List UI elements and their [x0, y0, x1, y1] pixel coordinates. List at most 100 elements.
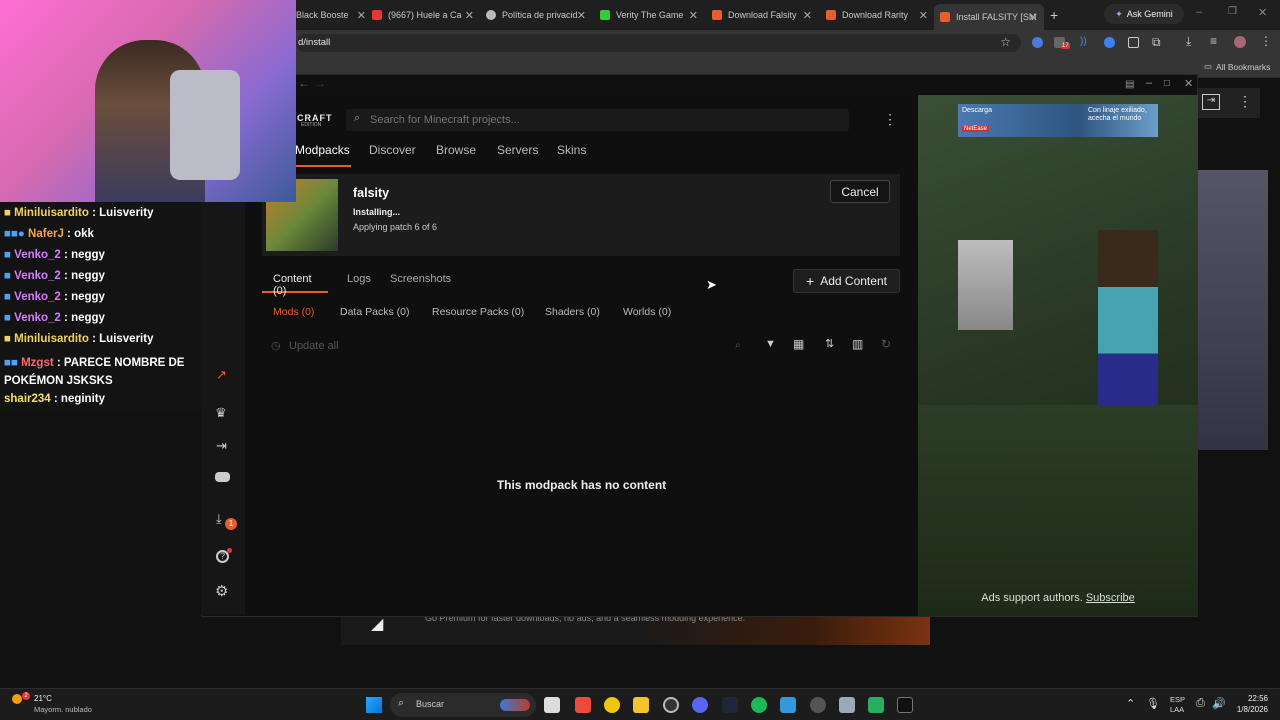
- browser-tab[interactable]: Download Rarity ✕: [826, 4, 928, 26]
- more-options-icon[interactable]: ⋮: [883, 111, 897, 128]
- browser-tab[interactable]: Verity The Game ✕: [600, 4, 698, 26]
- nav-discover[interactable]: Discover: [369, 143, 416, 157]
- grid-view-icon[interactable]: ▦: [793, 337, 804, 351]
- translate-icon[interactable]: )): [1080, 36, 1087, 47]
- filter-resource-packs[interactable]: Resource Packs (0): [432, 306, 524, 318]
- close-icon[interactable]: ✕: [357, 9, 366, 22]
- tab-label: Política de privacid: [502, 10, 578, 20]
- tab-screenshots[interactable]: Screenshots: [390, 273, 451, 285]
- all-bookmarks-button[interactable]: ▭ All Bookmarks: [1204, 61, 1270, 72]
- menu-icon[interactable]: ⋮: [1260, 34, 1272, 48]
- gemini-icon: ✦: [1115, 8, 1123, 19]
- close-icon[interactable]: ✕: [465, 9, 474, 22]
- forward-arrow-icon[interactable]: →: [314, 76, 326, 90]
- browser-tab-active[interactable]: Install FALSITY [SM ✕: [934, 4, 1044, 30]
- steam-icon[interactable]: [722, 697, 738, 713]
- sort-icon[interactable]: ⇅: [825, 337, 834, 350]
- browser-tab[interactable]: Política de privacid ✕: [486, 4, 586, 26]
- nav-servers[interactable]: Servers: [497, 143, 538, 157]
- taskbar-search[interactable]: ⌕ Buscar: [390, 693, 536, 717]
- windows-start-icon[interactable]: [366, 697, 382, 713]
- filter-mods[interactable]: Mods (0): [273, 306, 314, 318]
- app-icon[interactable]: [663, 697, 679, 713]
- refresh-icon[interactable]: ↻: [881, 337, 891, 351]
- crown-icon[interactable]: ♛: [215, 405, 227, 421]
- minimize-app-icon[interactable]: –: [1146, 77, 1152, 89]
- download-icon[interactable]: ⤓: [1186, 34, 1191, 49]
- close-window-icon[interactable]: ✕: [1258, 6, 1267, 19]
- extension-icon[interactable]: [1032, 37, 1043, 48]
- hammer-icon[interactable]: ↗: [216, 367, 227, 383]
- tab-logs[interactable]: Logs: [347, 273, 371, 285]
- list-icon[interactable]: ≡: [1210, 34, 1217, 48]
- columns-icon[interactable]: ▥: [852, 337, 863, 351]
- puzzle-icon[interactable]: ⧉: [1152, 35, 1161, 50]
- ask-gemini-button[interactable]: ✦ Ask Gemini: [1104, 4, 1184, 24]
- clock-time[interactable]: 22:56: [1232, 694, 1268, 703]
- menu-icon[interactable]: ⋮: [1238, 93, 1252, 110]
- close-icon[interactable]: ✕: [919, 9, 928, 22]
- browser-tab[interactable]: (9667) Huele a Ca ✕: [372, 4, 474, 26]
- subscribe-link[interactable]: Subscribe: [1086, 592, 1135, 604]
- network-icon[interactable]: ⎙: [1196, 697, 1205, 710]
- nav-browse[interactable]: Browse: [436, 143, 476, 157]
- login-icon[interactable]: ⇥: [216, 438, 227, 454]
- spotify-icon[interactable]: [751, 697, 767, 713]
- gear-icon[interactable]: ⚙: [215, 582, 228, 600]
- sign-in-icon[interactable]: ⇥: [1202, 94, 1220, 110]
- download-icon[interactable]: ⤓: [216, 511, 222, 527]
- close-app-icon[interactable]: ✕: [1184, 77, 1193, 90]
- app-icon[interactable]: [868, 697, 884, 713]
- search-box[interactable]: ⌕: [346, 109, 849, 131]
- page-header-right: ⇥ ⋮: [1198, 88, 1260, 118]
- weather-icon[interactable]: [12, 694, 22, 704]
- discord-icon[interactable]: [215, 472, 230, 482]
- discord-icon[interactable]: [692, 697, 708, 713]
- layout-icon[interactable]: ▤: [1125, 79, 1134, 90]
- obs-icon[interactable]: [810, 697, 826, 713]
- clock-date[interactable]: 1/8/2026: [1232, 705, 1268, 714]
- volume-icon[interactable]: 🔊: [1212, 697, 1226, 710]
- update-all-button[interactable]: Update all: [289, 340, 339, 352]
- nav-skins[interactable]: Skins: [557, 143, 586, 157]
- microphone-icon[interactable]: 🎙: [1146, 697, 1160, 710]
- search-icon[interactable]: ⌕: [735, 340, 741, 351]
- avatar[interactable]: [1234, 36, 1246, 48]
- search-input[interactable]: [370, 111, 830, 129]
- extension-icon[interactable]: [1104, 37, 1115, 48]
- nav-modpacks[interactable]: Modpacks: [295, 143, 351, 167]
- browser-tab[interactable]: Black Booste ✕: [296, 4, 366, 26]
- app-icon[interactable]: [780, 697, 796, 713]
- file-explorer-icon[interactable]: [633, 697, 649, 713]
- keyboard-layout[interactable]: LAA: [1170, 705, 1184, 714]
- star-icon[interactable]: ☆: [1000, 35, 1011, 49]
- filter-worlds[interactable]: Worlds (0): [623, 306, 671, 318]
- filter-icon[interactable]: ▼: [765, 338, 776, 350]
- maximize-window-icon[interactable]: ❐: [1228, 6, 1237, 17]
- tab-content[interactable]: Content (0): [262, 273, 328, 297]
- back-arrow-icon[interactable]: ←: [298, 76, 310, 90]
- app-icon[interactable]: [575, 697, 591, 713]
- url-field[interactable]: d/install ☆: [296, 34, 1021, 52]
- filter-shaders[interactable]: Shaders (0): [545, 306, 600, 318]
- cancel-button[interactable]: Cancel: [830, 180, 890, 203]
- close-icon[interactable]: ✕: [689, 9, 698, 22]
- chrome-icon[interactable]: [604, 697, 620, 713]
- minimize-window-icon[interactable]: –: [1196, 6, 1202, 18]
- task-view-icon[interactable]: [544, 697, 560, 713]
- chevron-up-icon[interactable]: ⌃: [1126, 697, 1135, 710]
- curseforge-icon[interactable]: [897, 697, 913, 713]
- add-content-button[interactable]: + Add Content: [793, 269, 900, 293]
- language-code[interactable]: ESP: [1170, 695, 1185, 704]
- maximize-app-icon[interactable]: □: [1164, 78, 1170, 89]
- filter-data-packs[interactable]: Data Packs (0): [340, 306, 409, 318]
- close-icon[interactable]: ✕: [577, 9, 586, 22]
- extension-icon[interactable]: [1128, 37, 1139, 48]
- close-icon[interactable]: ✕: [1029, 11, 1038, 24]
- new-tab-button[interactable]: +: [1050, 7, 1058, 23]
- app-icon[interactable]: [839, 697, 855, 713]
- browser-tab[interactable]: Download Falsity ✕: [712, 4, 812, 26]
- webcam-overlay: [0, 0, 296, 202]
- close-icon[interactable]: ✕: [803, 9, 812, 22]
- ad-banner[interactable]: Descarga NetEase Con linaje exiliado, ac…: [958, 104, 1158, 137]
